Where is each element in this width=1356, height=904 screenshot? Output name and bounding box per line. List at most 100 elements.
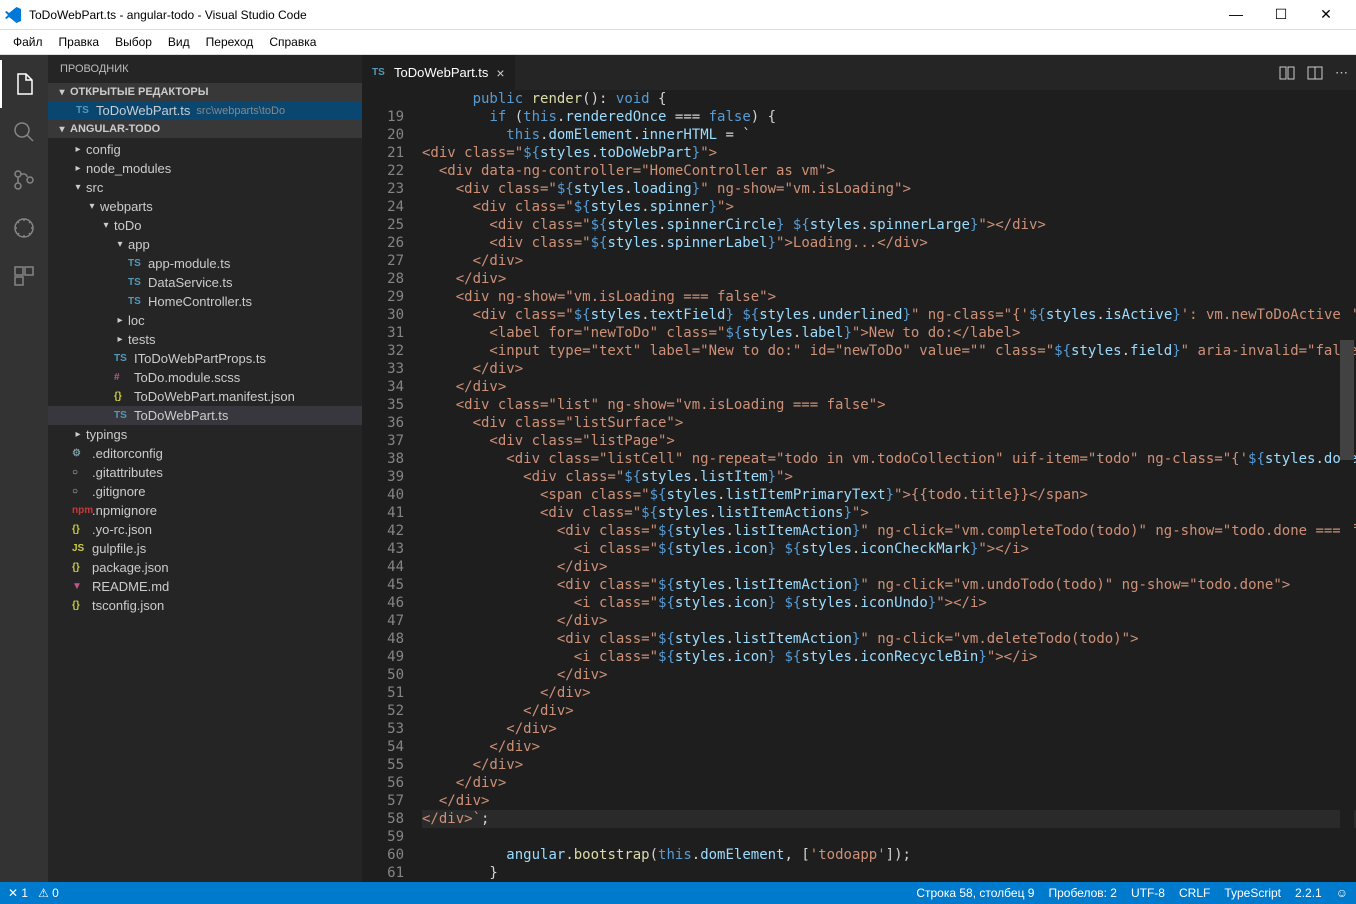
json-icon: {} (72, 524, 88, 535)
search-activity[interactable] (0, 108, 48, 156)
js-icon: JS (72, 543, 88, 554)
open-editor-item[interactable]: TSToDoWebPart.tssrc\webparts\toDo (48, 101, 362, 120)
status-eol[interactable]: CRLF (1179, 886, 1210, 900)
file-name: .gitattributes (92, 465, 163, 480)
status-encoding[interactable]: UTF-8 (1131, 886, 1165, 900)
folder-typings[interactable]: ▸typings (48, 425, 362, 444)
maximize-button[interactable]: ☐ (1266, 6, 1296, 23)
status-errors[interactable]: ✕ 1 (8, 886, 28, 900)
file-name: HomeController.ts (148, 294, 252, 309)
code-editor[interactable]: 1819202122232425262728293031323334353637… (362, 90, 1356, 882)
scss-icon: # (114, 372, 130, 383)
ts-icon: TS (128, 296, 144, 307)
split-icon[interactable] (1307, 65, 1323, 81)
file-ToDoWebPart.ts[interactable]: TSToDoWebPart.ts (48, 406, 362, 425)
folder-config[interactable]: ▸config (48, 140, 362, 159)
project-label: ANGULAR-TODO (70, 123, 160, 135)
menu-Вид[interactable]: Вид (160, 32, 198, 52)
folder-webparts[interactable]: ▾webparts (48, 197, 362, 216)
status-language[interactable]: TypeScript (1224, 886, 1281, 900)
file-name: .npmignore (92, 503, 157, 518)
warning-count: 0 (52, 886, 59, 900)
md-icon: ▼ (72, 581, 88, 592)
statusbar: ✕ 1 ⚠ 0 Строка 58, столбец 9 Пробелов: 2… (0, 882, 1356, 904)
tab-actions: ⋯ (1279, 55, 1356, 90)
file-app-module.ts[interactable]: TSapp-module.ts (48, 254, 362, 273)
editor-area: TS ToDoWebPart.ts × ⋯ 181920212223242526… (362, 55, 1356, 882)
file-name: ToDoWebPart.ts (96, 103, 190, 118)
file-name: .yo-rc.json (92, 522, 152, 537)
file-.editorconfig[interactable]: ⚙.editorconfig (48, 444, 362, 463)
tab-close-icon[interactable]: × (496, 65, 504, 81)
menu-Файл[interactable]: Файл (5, 32, 51, 52)
file-tsconfig.json[interactable]: {}tsconfig.json (48, 596, 362, 615)
file-.npmignore[interactable]: npm.npmignore (48, 501, 362, 520)
file-HomeController.ts[interactable]: TS HomeController.ts (48, 292, 362, 311)
file-name: ToDoWebPart.manifest.json (134, 389, 295, 404)
code-content[interactable]: public render(): void { if (this.rendere… (422, 90, 1356, 882)
menu-Правка[interactable]: Правка (51, 32, 108, 52)
file-README.md[interactable]: ▼README.md (48, 577, 362, 596)
explorer-activity[interactable] (0, 60, 48, 108)
chevron-icon: ▸ (114, 334, 126, 345)
title-text: ToDoWebPart.ts - angular-todo - Visual S… (29, 8, 1221, 22)
compare-icon[interactable] (1279, 65, 1295, 81)
folder-name: typings (86, 427, 127, 442)
folder-loc[interactable]: ▸loc (48, 311, 362, 330)
close-button[interactable]: ✕ (1311, 6, 1341, 23)
folder-name: tests (128, 332, 155, 347)
file-DataService.ts[interactable]: TSDataService.ts (48, 273, 362, 292)
status-spaces[interactable]: Пробелов: 2 (1048, 886, 1117, 900)
open-editors-header[interactable]: ▾ОТКРЫТЫЕ РЕДАКТОРЫ (48, 83, 362, 101)
file-package.json[interactable]: {}package.json (48, 558, 362, 577)
folder-name: loc (128, 313, 145, 328)
error-count: 1 (21, 886, 28, 900)
open-editors-list: TSToDoWebPart.tssrc\webparts\toDo (48, 101, 362, 120)
folder-name: app (128, 237, 150, 252)
git-icon: ○ (72, 467, 88, 478)
vertical-scrollbar[interactable] (1340, 340, 1354, 460)
sidebar: ПРОВОДНИК ▾ОТКРЫТЫЕ РЕДАКТОРЫ TSToDoWebP… (48, 55, 362, 882)
folder-name: toDo (114, 218, 141, 233)
chevron-icon: ▾ (100, 220, 112, 231)
vscode-icon (5, 7, 21, 23)
status-version[interactable]: 2.2.1 (1295, 886, 1322, 900)
json-icon: {} (72, 562, 88, 573)
file-ToDo.module.scss[interactable]: #ToDo.module.scss (48, 368, 362, 387)
tab-todowebpart[interactable]: TS ToDoWebPart.ts × (362, 55, 516, 90)
file-.gitattributes[interactable]: ○ .gitattributes (48, 463, 362, 482)
chevron-icon: ▸ (114, 315, 126, 326)
menu-Справка[interactable]: Справка (261, 32, 324, 52)
folder-app[interactable]: ▾app (48, 235, 362, 254)
extensions-activity[interactable] (0, 252, 48, 300)
folder-src[interactable]: ▾src (48, 178, 362, 197)
file-.yo-rc.json[interactable]: {} .yo-rc.json (48, 520, 362, 539)
status-cursor[interactable]: Строка 58, столбец 9 (916, 886, 1034, 900)
file-detail: src\webparts\toDo (196, 105, 285, 117)
file-gulpfile.js[interactable]: JSgulpfile.js (48, 539, 362, 558)
menu-Выбор[interactable]: Выбор (107, 32, 160, 52)
more-icon[interactable]: ⋯ (1335, 65, 1348, 81)
folder-tests[interactable]: ▸tests (48, 330, 362, 349)
file-name: ToDoWebPart.ts (134, 408, 228, 423)
sidebar-title: ПРОВОДНИК (48, 55, 362, 83)
menubar: ФайлПравкаВыборВидПереходСправка (0, 30, 1356, 55)
file-IToDoWebPartProps.ts[interactable]: TSIToDoWebPartProps.ts (48, 349, 362, 368)
file-tree: ▸config▸node_modules▾src▾webparts▾toDo▾a… (48, 138, 362, 882)
status-feedback-icon[interactable]: ☺ (1336, 886, 1348, 900)
debug-activity[interactable] (0, 204, 48, 252)
project-header[interactable]: ▾ANGULAR-TODO (48, 120, 362, 138)
folder-name: src (86, 180, 103, 195)
activity-bar (0, 55, 48, 882)
json-icon: {} (114, 391, 130, 402)
file-ToDoWebPart.manifest.json[interactable]: {} ToDoWebPart.manifest.json (48, 387, 362, 406)
scm-activity[interactable] (0, 156, 48, 204)
menu-Переход[interactable]: Переход (198, 32, 262, 52)
minimize-button[interactable]: — (1221, 6, 1251, 23)
chevron-icon: ▾ (114, 239, 126, 250)
file-.gitignore[interactable]: ○.gitignore (48, 482, 362, 501)
folder-node_modules[interactable]: ▸node_modules (48, 159, 362, 178)
status-warnings[interactable]: ⚠ 0 (38, 886, 59, 900)
chevron-icon: ▾ (86, 201, 98, 212)
folder-toDo[interactable]: ▾toDo (48, 216, 362, 235)
